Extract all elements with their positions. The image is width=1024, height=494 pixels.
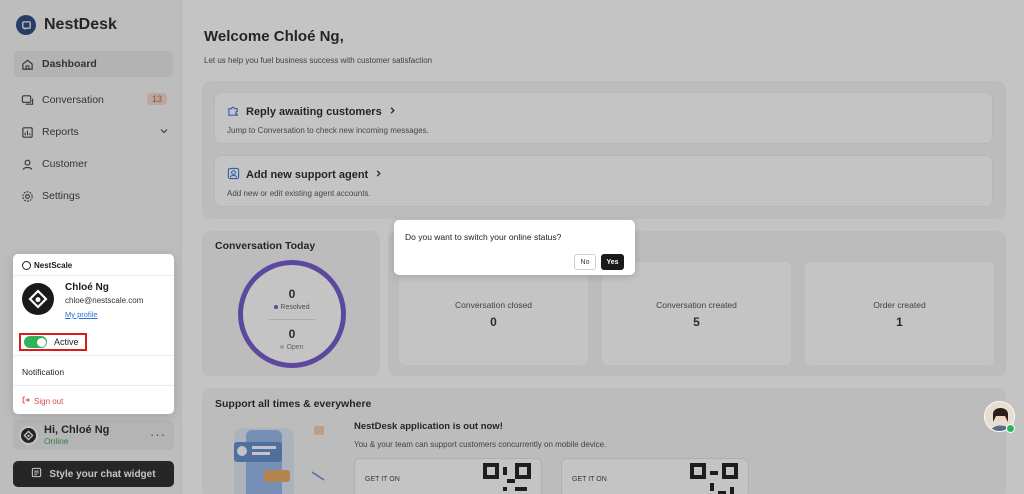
yes-button[interactable]: Yes bbox=[601, 254, 624, 270]
user-name: Chloé Ng bbox=[65, 282, 109, 293]
divider bbox=[13, 385, 174, 386]
dialog-question: Do you want to switch your online status… bbox=[405, 232, 562, 242]
sign-out-icon bbox=[22, 396, 30, 406]
my-profile-link[interactable]: My profile bbox=[65, 310, 98, 319]
divider bbox=[13, 275, 174, 276]
user-email: chloe@nestscale.com bbox=[65, 296, 144, 305]
online-indicator bbox=[1006, 424, 1015, 433]
popover-brand: NestScale bbox=[22, 261, 72, 270]
notification-menu-item[interactable]: Notification bbox=[22, 367, 64, 377]
active-status-toggle[interactable] bbox=[24, 336, 47, 348]
profile-popover: NestScale Chloé Ng chloe@nestscale.com M… bbox=[13, 254, 174, 414]
popover-brand-name: NestScale bbox=[34, 261, 73, 270]
no-button[interactable]: No bbox=[574, 254, 596, 270]
nestscale-logo-icon bbox=[22, 261, 31, 270]
sign-out-menu-item[interactable]: Sign out bbox=[22, 396, 63, 406]
status-toggle-row[interactable]: Active bbox=[19, 333, 87, 351]
avatar bbox=[22, 283, 54, 315]
toggle-label: Active bbox=[54, 337, 79, 347]
sign-out-label: Sign out bbox=[34, 396, 64, 406]
divider bbox=[13, 355, 174, 356]
status-confirm-dialog: Do you want to switch your online status… bbox=[394, 220, 635, 275]
